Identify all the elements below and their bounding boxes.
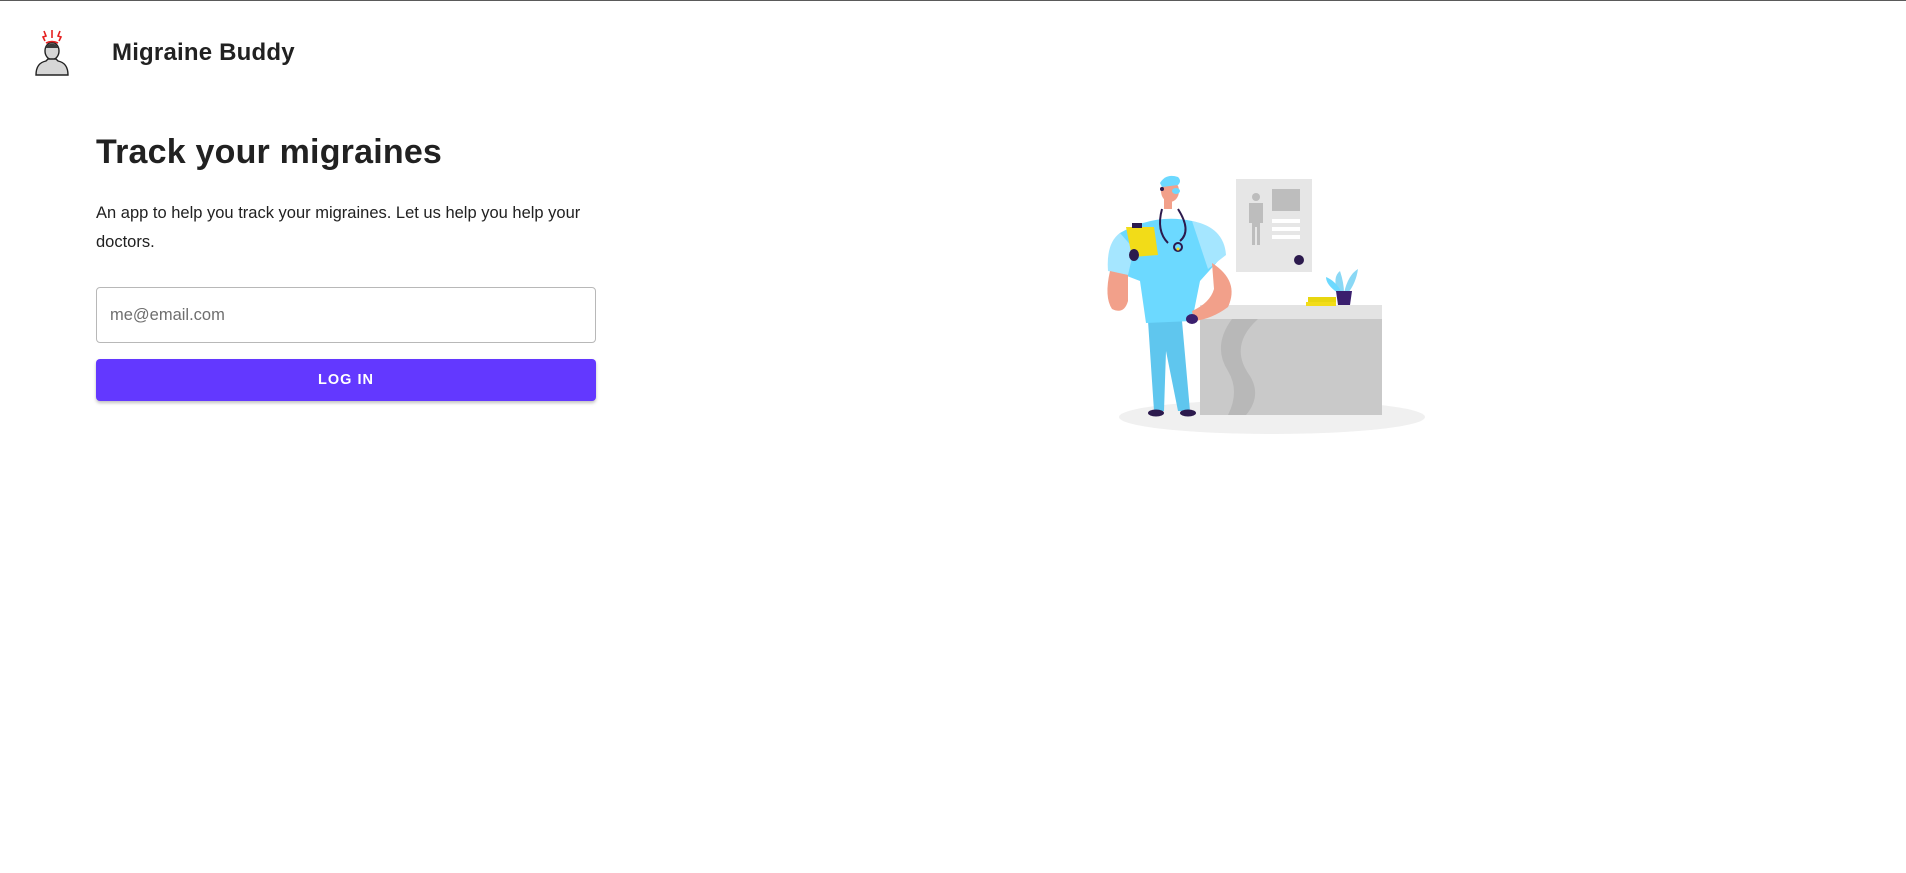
migraine-head-icon — [35, 30, 69, 76]
app-description: An app to help you track your migraines.… — [96, 204, 581, 251]
login-button[interactable]: LOG IN — [96, 359, 596, 401]
app-title: Migraine Buddy — [112, 39, 295, 66]
doctor-illustration — [1107, 175, 1425, 434]
login-panel: Track your migraines An app to help you … — [96, 129, 596, 401]
app-header: Migraine Buddy — [0, 1, 1906, 101]
email-field[interactable] — [96, 287, 596, 343]
page-title: Track your migraines — [96, 133, 443, 171]
